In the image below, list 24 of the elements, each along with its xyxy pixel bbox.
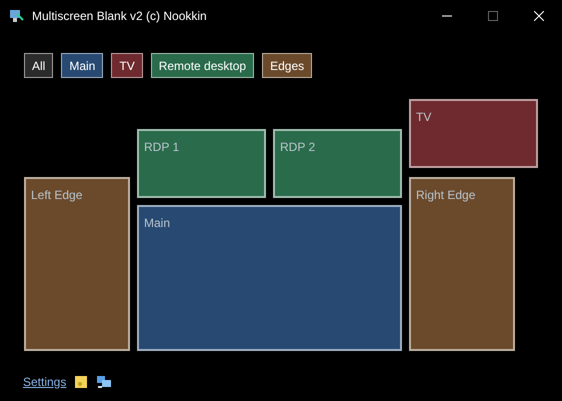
settings-link[interactable]: Settings: [23, 373, 66, 391]
screen-label: RDP 1: [144, 140, 180, 154]
screen-label: Left Edge: [31, 188, 82, 202]
group-button[interactable]: All: [24, 53, 54, 78]
screen-area[interactable]: Main: [137, 205, 402, 351]
group-button[interactable]: Main: [61, 53, 104, 78]
app-icon: [8, 8, 24, 24]
screen-area[interactable]: RDP 2: [273, 129, 402, 198]
group-button[interactable]: Remote desktop: [150, 53, 254, 78]
window-title: Multiscreen Blank v2 (c) Nookkin: [32, 8, 207, 24]
screen-label: TV: [416, 110, 432, 124]
group-button[interactable]: Edges: [262, 53, 312, 78]
note-icon[interactable]: [74, 375, 88, 389]
monitors-icon[interactable]: [96, 375, 112, 389]
screen-area[interactable]: TV: [409, 99, 538, 168]
group-button[interactable]: TV: [111, 53, 143, 78]
maximize-icon: [488, 10, 498, 20]
screen-label: Right Edge: [416, 188, 476, 202]
close-icon: [534, 10, 544, 20]
screen-area[interactable]: RDP 1: [137, 129, 266, 198]
screen-area[interactable]: Right Edge: [409, 177, 515, 351]
screen-label: RDP 2: [280, 140, 316, 154]
screen-label: Main: [144, 216, 170, 230]
screen-area[interactable]: Left Edge: [24, 177, 130, 351]
